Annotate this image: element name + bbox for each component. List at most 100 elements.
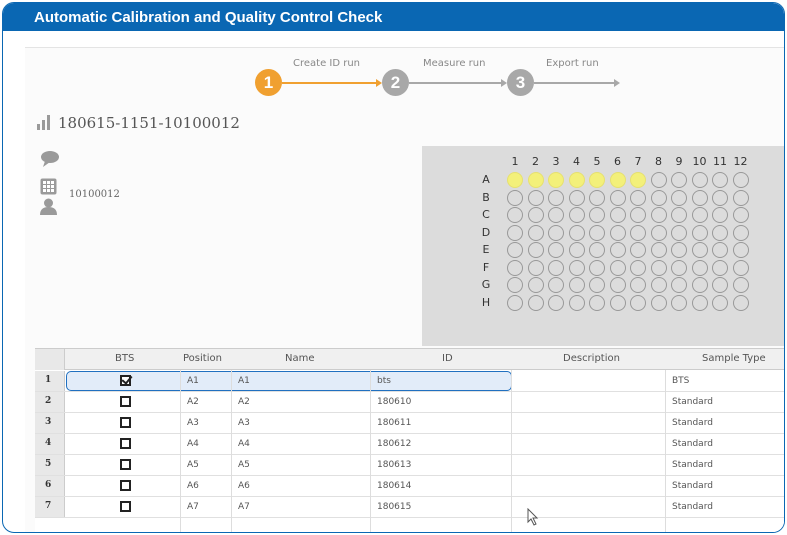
plate-well-D3[interactable] xyxy=(548,224,564,241)
bts-checkbox[interactable] xyxy=(120,459,131,470)
plate-well-D11[interactable] xyxy=(712,224,728,241)
cell-sample-type[interactable]: BTS xyxy=(672,376,689,386)
plate-well-D4[interactable] xyxy=(568,224,585,241)
plate-well-F2[interactable] xyxy=(527,259,544,276)
plate-well-G3[interactable] xyxy=(548,277,564,293)
table-row[interactable]: 1 A1 A1 bts BTS xyxy=(35,371,784,392)
bts-checkbox[interactable] xyxy=(120,438,131,449)
header-name[interactable]: Name xyxy=(285,353,315,364)
plate-well-F8[interactable] xyxy=(650,259,667,276)
plate-well-F6[interactable] xyxy=(609,259,626,276)
plate-well-A10[interactable] xyxy=(691,172,708,188)
plate-well-F9[interactable] xyxy=(671,259,687,276)
barcode-icon[interactable] xyxy=(40,178,57,195)
row-header[interactable]: 2 xyxy=(35,392,65,412)
cell-name[interactable]: A4 xyxy=(238,439,250,449)
cell-name[interactable]: A7 xyxy=(238,502,250,512)
plate-well-G4[interactable] xyxy=(568,277,585,293)
plate-well-A11[interactable] xyxy=(712,172,728,188)
plate-well-H12[interactable] xyxy=(732,294,749,311)
plate-well-D9[interactable] xyxy=(671,224,687,241)
plate-well-A6[interactable] xyxy=(609,172,626,188)
plate-well-E2[interactable] xyxy=(527,242,544,258)
cell-name[interactable]: A6 xyxy=(238,481,250,491)
wizard-step-2-label[interactable]: Measure run xyxy=(423,58,485,69)
cell-id[interactable]: bts xyxy=(377,376,391,386)
plate-well-B6[interactable] xyxy=(609,189,626,206)
plate-well-C4[interactable] xyxy=(568,207,585,223)
plate-well-E1[interactable] xyxy=(507,242,523,258)
plate-well-D7[interactable] xyxy=(630,224,646,241)
plate-well-A8[interactable] xyxy=(650,172,667,188)
plate-well-B1[interactable] xyxy=(507,189,523,206)
header-position[interactable]: Position xyxy=(183,353,222,364)
plate-well-E7[interactable] xyxy=(630,242,646,258)
table-row[interactable]: 2 A2 A2 180610 Standard xyxy=(35,392,784,413)
cell-name[interactable]: A5 xyxy=(238,460,250,470)
plate-well-E5[interactable] xyxy=(589,242,605,258)
bts-checkbox[interactable] xyxy=(120,396,131,407)
plate-well-C1[interactable] xyxy=(507,207,523,223)
plate-well-H11[interactable] xyxy=(712,294,728,311)
bts-checkbox[interactable] xyxy=(120,480,131,491)
header-sample-type[interactable]: Sample Type xyxy=(702,353,766,364)
plate-well-G12[interactable] xyxy=(732,277,749,293)
wizard-step-3-label[interactable]: Export run xyxy=(546,58,599,69)
row-header[interactable]: 3 xyxy=(35,413,65,433)
plate-well-H1[interactable] xyxy=(507,294,523,311)
plate-well-F5[interactable] xyxy=(589,259,605,276)
wizard-step-2-circle[interactable]: 2 xyxy=(382,69,409,96)
wizard-step-3-circle[interactable]: 3 xyxy=(507,69,534,96)
plate-well-F7[interactable] xyxy=(630,259,646,276)
header-bts[interactable]: BTS xyxy=(115,353,134,364)
plate-well-B2[interactable] xyxy=(527,189,544,206)
plate-well-H8[interactable] xyxy=(650,294,667,311)
plate-well-G1[interactable] xyxy=(507,277,523,293)
cell-id[interactable]: 180615 xyxy=(377,502,411,512)
plate-well-C12[interactable] xyxy=(732,207,749,223)
plate-well-C6[interactable] xyxy=(609,207,626,223)
cell-sample-type[interactable]: Standard xyxy=(672,418,713,428)
plate-well-H5[interactable] xyxy=(589,294,605,311)
wizard-step-1-circle[interactable]: 1 xyxy=(255,69,282,96)
plate-well-F3[interactable] xyxy=(548,259,564,276)
plate-well-G6[interactable] xyxy=(609,277,626,293)
plate-well-G5[interactable] xyxy=(589,277,605,293)
plate-well-E4[interactable] xyxy=(568,242,585,258)
plate-well-C9[interactable] xyxy=(671,207,687,223)
plate-well-H9[interactable] xyxy=(671,294,687,311)
bts-checkbox[interactable] xyxy=(120,375,131,386)
plate-well-H4[interactable] xyxy=(568,294,585,311)
plate-well-D6[interactable] xyxy=(609,224,626,241)
row-header[interactable]: 1 xyxy=(35,371,65,391)
cell-name[interactable]: A2 xyxy=(238,397,250,407)
comment-icon[interactable] xyxy=(40,150,60,168)
cell-sample-type[interactable]: Standard xyxy=(672,397,713,407)
plate-well-F1[interactable] xyxy=(507,259,523,276)
plate-well-D12[interactable] xyxy=(732,224,749,241)
cell-id[interactable]: 180611 xyxy=(377,418,411,428)
plate-well-A9[interactable] xyxy=(671,172,687,188)
plate-well-C7[interactable] xyxy=(630,207,646,223)
bts-checkbox[interactable] xyxy=(120,417,131,428)
plate-well-C3[interactable] xyxy=(548,207,564,223)
plate-well-C5[interactable] xyxy=(589,207,605,223)
plate-well-C11[interactable] xyxy=(712,207,728,223)
plate-well-D5[interactable] xyxy=(589,224,605,241)
row-header[interactable]: 6 xyxy=(35,476,65,496)
plate-well-B7[interactable] xyxy=(630,189,646,206)
header-description[interactable]: Description xyxy=(563,353,620,364)
plate-well-A7[interactable] xyxy=(630,172,646,188)
plate-well-F12[interactable] xyxy=(732,259,749,276)
plate-well-H6[interactable] xyxy=(609,294,626,311)
row-header[interactable]: 4 xyxy=(35,434,65,454)
cell-id[interactable]: 180613 xyxy=(377,460,411,470)
plate-well-H3[interactable] xyxy=(548,294,564,311)
plate-well-E10[interactable] xyxy=(691,242,708,258)
table-row[interactable]: 4 A4 A4 180612 Standard xyxy=(35,434,784,455)
plate-well-C8[interactable] xyxy=(650,207,667,223)
plate-well-F11[interactable] xyxy=(712,259,728,276)
plate-well-H2[interactable] xyxy=(527,294,544,311)
row-header[interactable]: 5 xyxy=(35,455,65,475)
plate-well-D8[interactable] xyxy=(650,224,667,241)
